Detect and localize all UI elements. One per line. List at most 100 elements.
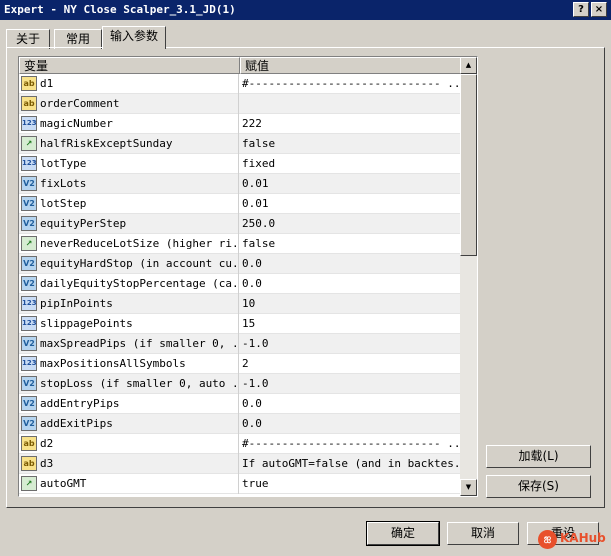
grid-row[interactable]: 123 maxPositionsAllSymbols 2 [19,354,461,374]
value-cell[interactable] [239,94,461,114]
string-type-icon: ab [21,76,37,91]
grid-row[interactable]: 123 pipInPoints 10 [19,294,461,314]
variable-cell: V2 addEntryPips [19,394,239,414]
double-type-icon: V2 [21,416,37,431]
variable-cell: 123 lotType [19,154,239,174]
watermark-text: KAHub [560,531,606,545]
grid-row[interactable]: V2 addEntryPips 0.0 [19,394,461,414]
integer-type-icon: 123 [21,116,37,131]
value-cell[interactable]: 0.0 [239,254,461,274]
variable-name: orderComment [40,97,120,110]
value-cell[interactable]: #----------------------------- ... [239,74,461,94]
scroll-down-icon[interactable]: ▼ [460,479,477,496]
grid-row[interactable]: ↗ autoGMT true [19,474,461,494]
cancel-button[interactable]: 取消 [447,522,519,545]
integer-type-icon: 123 [21,316,37,331]
grid-row[interactable]: V2 fixLots 0.01 [19,174,461,194]
grid-row[interactable]: V2 equityHardStop (in account cu... 0.0 [19,254,461,274]
grid-row[interactable]: V2 dailyEquityStopPercentage (ca... 0.0 [19,274,461,294]
variable-cell: 123 pipInPoints [19,294,239,314]
variable-name: autoGMT [40,477,87,490]
help-button[interactable]: ? [573,2,589,17]
value-cell[interactable]: 0.0 [239,414,461,434]
double-type-icon: V2 [21,396,37,411]
grid-row[interactable]: ab d2 #----------------------------- ... [19,434,461,454]
value-cell[interactable]: -1.0 [239,374,461,394]
tab-common[interactable]: 常用 [54,29,102,49]
grid-row[interactable]: ab d1 #----------------------------- ... [19,74,461,94]
variable-name: d3 [40,457,54,470]
double-type-icon: V2 [21,336,37,351]
scroll-thumb[interactable] [460,74,477,256]
variable-name: d2 [40,437,54,450]
value-cell[interactable]: If autoGMT=false (and in backtes... [239,454,461,474]
watermark-logo: ஐ KAHub [538,528,606,550]
value-cell[interactable]: 15 [239,314,461,334]
value-cell[interactable]: 2 [239,354,461,374]
variable-name: equityHardStop (in account cu... [40,257,236,270]
variable-cell: ↗ autoGMT [19,474,239,494]
grid-row[interactable]: 123 magicNumber 222 [19,114,461,134]
variable-name: addEntryPips [40,397,120,410]
value-cell[interactable]: 0.0 [239,274,461,294]
variable-cell: 123 magicNumber [19,114,239,134]
value-cell[interactable]: 0.01 [239,194,461,214]
variable-cell: V2 addExitPips [19,414,239,434]
column-header-variable[interactable]: 变量 [19,57,240,74]
integer-type-icon: 123 [21,356,37,371]
value-cell[interactable]: -1.0 [239,334,461,354]
grid-row[interactable]: V2 equityPerStep 250.0 [19,214,461,234]
value-cell[interactable]: 0.01 [239,174,461,194]
ok-button[interactable]: 确定 [366,521,440,546]
variable-name: fixLots [40,177,87,190]
variable-cell: V2 fixLots [19,174,239,194]
tab-inputs[interactable]: 输入参数 [102,26,166,49]
value-cell[interactable]: false [239,234,461,254]
bool-type-icon: ↗ [21,236,37,251]
double-type-icon: V2 [21,376,37,391]
column-header-value[interactable]: 赋值 [240,57,461,74]
variable-cell: 123 slippagePoints [19,314,239,334]
variable-name: neverReduceLotSize (higher ri... [40,237,236,250]
grid-row[interactable]: 123 slippagePoints 15 [19,314,461,334]
grid-row[interactable]: ab orderComment [19,94,461,114]
double-type-icon: V2 [21,276,37,291]
integer-type-icon: 123 [21,296,37,311]
save-button[interactable]: 保存(S) [486,475,591,498]
integer-type-icon: 123 [21,156,37,171]
variable-name: addExitPips [40,417,113,430]
string-type-icon: ab [21,436,37,451]
grid-row[interactable]: V2 lotStep 0.01 [19,194,461,214]
bool-type-icon: ↗ [21,476,37,491]
grid-row[interactable]: ab d3 If autoGMT=false (and in backtes... [19,454,461,474]
parameter-grid: 变量 赋值 ab d1 #-----------------------------… [18,56,478,497]
grid-row[interactable]: V2 stopLoss (if smaller 0, auto ... -1.0 [19,374,461,394]
grid-row[interactable]: 123 lotType fixed [19,154,461,174]
value-cell[interactable]: true [239,474,461,494]
scroll-up-icon[interactable]: ▲ [460,57,477,74]
grid-row[interactable]: V2 maxSpreadPips (if smaller 0, ... -1.0 [19,334,461,354]
variable-name: halfRiskExceptSunday [40,137,173,150]
variable-cell: V2 stopLoss (if smaller 0, auto ... [19,374,239,394]
variable-cell: V2 maxSpreadPips (if smaller 0, ... [19,334,239,354]
value-cell[interactable]: 222 [239,114,461,134]
vertical-scrollbar[interactable]: ▲ ▼ [460,57,477,496]
variable-name: dailyEquityStopPercentage (ca... [40,277,236,290]
tab-about[interactable]: 关于 [6,29,50,49]
load-button[interactable]: 加载(L) [486,445,591,468]
variable-name: equityPerStep [40,217,127,230]
grid-row[interactable]: V2 addExitPips 0.0 [19,414,461,434]
value-cell[interactable]: 0.0 [239,394,461,414]
value-cell[interactable]: 250.0 [239,214,461,234]
variable-name: pipInPoints [40,297,113,310]
value-cell[interactable]: false [239,134,461,154]
value-cell[interactable]: #----------------------------- ... [239,434,461,454]
value-cell[interactable]: 10 [239,294,461,314]
variable-cell: ab orderComment [19,94,239,114]
variable-cell: ↗ neverReduceLotSize (higher ri... [19,234,239,254]
variable-cell: V2 dailyEquityStopPercentage (ca... [19,274,239,294]
value-cell[interactable]: fixed [239,154,461,174]
grid-row[interactable]: ↗ neverReduceLotSize (higher ri... false [19,234,461,254]
close-button[interactable]: × [591,2,607,17]
grid-row[interactable]: ↗ halfRiskExceptSunday false [19,134,461,154]
